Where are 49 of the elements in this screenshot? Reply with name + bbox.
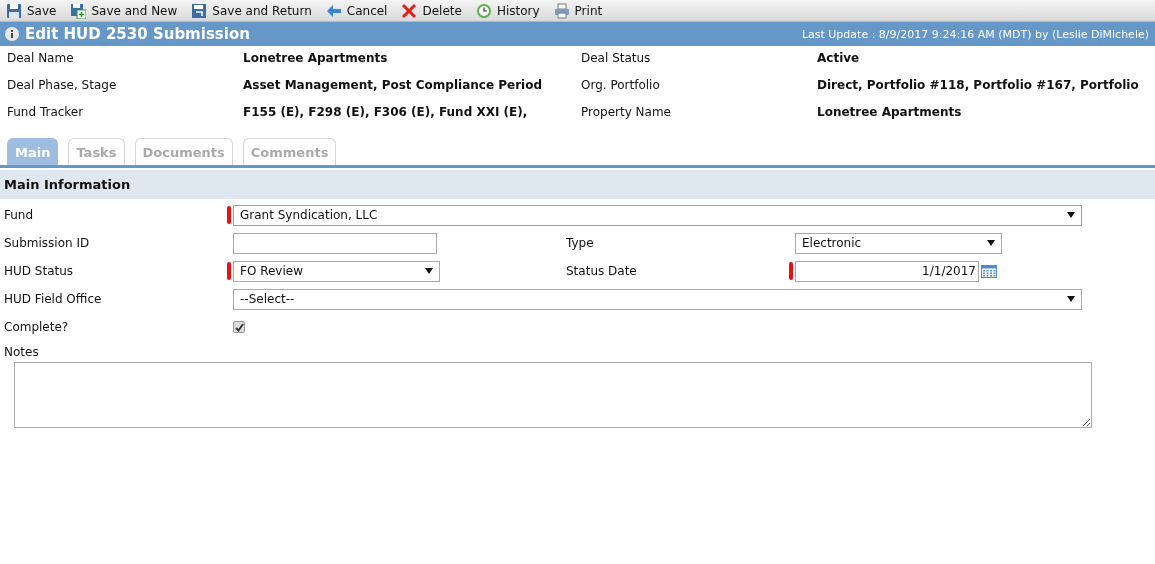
dropdown-caret-icon	[987, 240, 995, 246]
toolbar-button[interactable]: Save	[4, 0, 59, 21]
field-label: Notes	[3, 344, 40, 359]
toolbar-button[interactable]: Save and New	[68, 0, 180, 21]
field-label: Submission ID	[4, 235, 91, 252]
checkbox[interactable]	[233, 321, 245, 333]
dropdown-caret-icon	[1067, 212, 1075, 218]
printer-icon	[553, 2, 570, 19]
dropdown-field[interactable]: --Select--	[233, 288, 1082, 310]
dropdown-caret-icon	[425, 268, 433, 274]
summary-value: Lonetree Apartments	[243, 51, 389, 66]
field-label: Complete?	[4, 319, 70, 336]
save-new-icon	[70, 2, 87, 19]
summary-label: Org. Portfolio	[581, 78, 661, 93]
field-label: HUD Status	[4, 263, 75, 280]
summary-value: Lonetree Apartments	[817, 105, 963, 120]
summary-value: Direct, Portfolio #118, Portfolio #167, Portfolio	[817, 78, 1140, 93]
clock-icon	[475, 2, 492, 19]
summary-label: Deal Status	[581, 51, 652, 66]
dropdown-field[interactable]: Electronic	[795, 232, 1002, 254]
summary-value: Active	[817, 51, 861, 66]
dropdown-field[interactable]: FO Review	[233, 260, 440, 282]
text-field[interactable]	[233, 232, 437, 254]
save-return-icon	[191, 2, 208, 19]
date-field[interactable]: 1/1/2017	[795, 260, 979, 282]
field-label: Type	[566, 235, 595, 252]
summary-label: Deal Name	[7, 51, 75, 66]
last-update-text: Last Update : 8/9/2017 9:24:16 AM (MDT) by (Leslie DiMichele)	[801, 27, 1149, 41]
toolbar-button[interactable]: History	[473, 0, 542, 21]
field-label: Status Date	[566, 263, 638, 280]
summary-value: F155 (E), F298 (E), F306 (E), Fund XXI (E),	[243, 105, 529, 120]
field-label: Fund	[4, 207, 35, 224]
dropdown-caret-icon	[1067, 296, 1075, 302]
toolbar-button[interactable]: Delete	[399, 0, 464, 21]
summary-label: Fund Tracker	[7, 105, 85, 120]
notes-field[interactable]	[14, 362, 1092, 428]
summary-label: Property Name	[581, 105, 672, 120]
field-label: HUD Field Office	[4, 291, 103, 308]
toolbar-button[interactable]: Cancel	[323, 0, 390, 21]
toolbar-button[interactable]: Save and Return	[189, 0, 314, 21]
delete-icon	[401, 2, 418, 19]
summary-value: Asset Management, Post Compliance Period	[243, 78, 544, 93]
info-icon	[5, 27, 19, 41]
section-header: Main Information	[0, 170, 1155, 199]
toolbar-button[interactable]: Print	[551, 0, 605, 21]
summary-label: Deal Phase, Stage	[7, 78, 118, 93]
dropdown-field[interactable]: Grant Syndication, LLC	[233, 204, 1082, 226]
calendar-icon[interactable]	[981, 264, 997, 278]
page-title: Edit HUD 2530 Submission	[25, 25, 250, 43]
